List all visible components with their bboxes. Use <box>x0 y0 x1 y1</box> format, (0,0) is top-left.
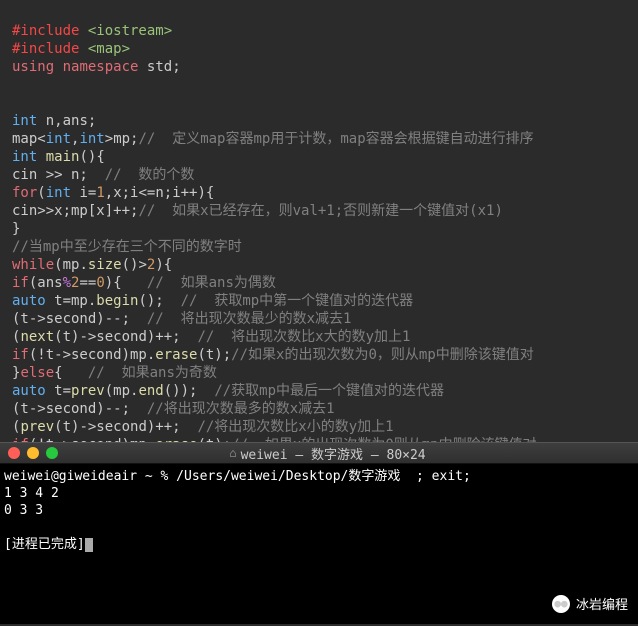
wechat-icon: ●● <box>552 595 570 613</box>
close-icon[interactable] <box>8 447 20 459</box>
terminal-output[interactable]: weiwei@giweideair ~ % /Users/weiwei/Desk… <box>0 464 638 624</box>
cursor <box>85 538 93 552</box>
preprocessor: #include <box>12 23 88 39</box>
watermark: ●● 冰岩编程 <box>552 594 628 613</box>
minimize-icon[interactable] <box>27 447 39 459</box>
maximize-icon[interactable] <box>46 447 58 459</box>
code-editor: #include <iostream> #include <map> using… <box>0 0 638 442</box>
home-icon: ⌂ <box>229 446 236 460</box>
terminal-titlebar: ⌂ weiwei — 数字游戏 — 80×24 <box>0 442 638 464</box>
terminal-title: ⌂ weiwei — 数字游戏 — 80×24 <box>65 444 630 463</box>
